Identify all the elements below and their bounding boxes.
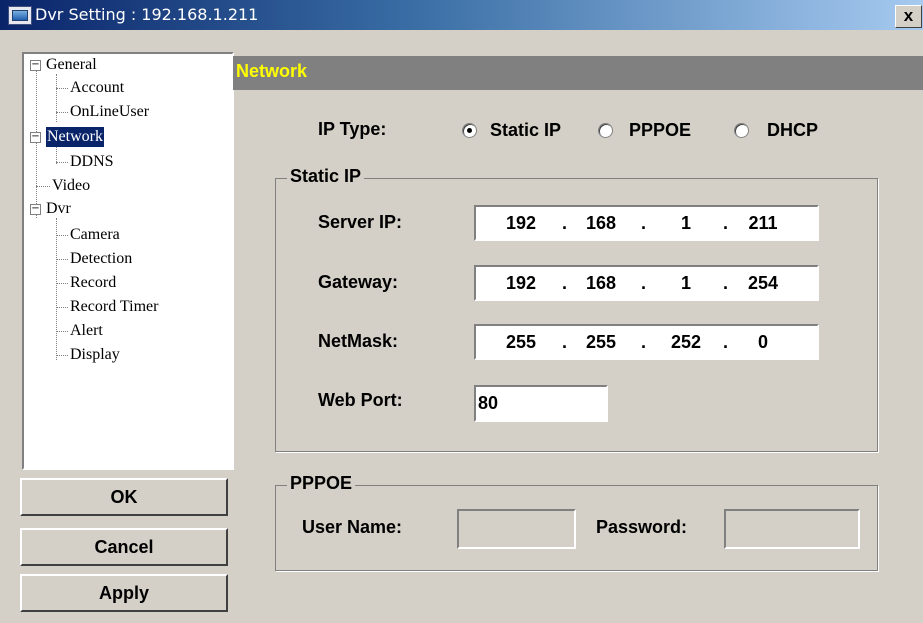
server-ip-octet-2[interactable]: 168 (576, 213, 626, 234)
gateway-label: Gateway: (318, 272, 399, 292)
ip-separator: . (641, 213, 647, 233)
tree-item-account[interactable]: Account (70, 78, 124, 98)
gateway-input[interactable]: 192 . 168 . 1 . 254 (474, 265, 819, 301)
dhcp-radio-label[interactable]: DHCP (767, 120, 818, 141)
user-name-input[interactable] (457, 509, 576, 549)
collapse-dvr-icon[interactable]: − (30, 204, 41, 215)
tree-item-general[interactable]: General (46, 55, 97, 75)
static-ip-radio[interactable] (462, 123, 477, 138)
web-port-input[interactable]: 80 (474, 385, 608, 422)
settings-tree[interactable]: − General Account OnLineUser − Network D… (22, 52, 234, 470)
tree-item-record[interactable]: Record (70, 273, 116, 293)
dhcp-radio[interactable] (734, 123, 749, 138)
password-label: Password: (596, 517, 688, 537)
tree-item-onlineuser[interactable]: OnLineUser (70, 102, 149, 122)
server-ip-label: Server IP: (318, 212, 403, 232)
netmask-label: NetMask: (318, 331, 399, 351)
tree-item-camera[interactable]: Camera (70, 225, 120, 245)
tree-item-display[interactable]: Display (70, 345, 120, 365)
ip-separator: . (562, 332, 568, 352)
title-bar: Dvr Setting : 192.168.1.211 x (0, 0, 923, 30)
server-ip-octet-4[interactable]: 211 (738, 213, 788, 234)
server-ip-octet-1[interactable]: 192 (496, 213, 546, 234)
close-button[interactable]: x (895, 5, 922, 28)
server-ip-octet-3[interactable]: 1 (661, 213, 711, 234)
netmask-input[interactable]: 255 . 255 . 252 . 0 (474, 324, 819, 360)
ip-separator: . (723, 213, 729, 233)
user-name-label: User Name: (302, 517, 403, 537)
gateway-octet-3[interactable]: 1 (661, 273, 711, 294)
ip-separator: . (723, 332, 729, 352)
password-input[interactable] (724, 509, 860, 549)
window-title: Dvr Setting : 192.168.1.211 (35, 5, 259, 24)
tree-item-alert[interactable]: Alert (70, 321, 103, 341)
ip-type-label: IP Type: (318, 119, 387, 139)
collapse-general-icon[interactable]: − (30, 60, 41, 71)
netmask-octet-4[interactable]: 0 (738, 332, 788, 353)
gateway-octet-4[interactable]: 254 (738, 273, 788, 294)
static-ip-group-title: Static IP (287, 166, 365, 187)
dvr-setting-window: Dvr Setting : 192.168.1.211 x − General … (0, 0, 923, 623)
tree-item-network[interactable]: Network (46, 127, 104, 147)
pppoe-radio-label[interactable]: PPPOE (629, 120, 691, 141)
ok-button[interactable]: OK (20, 478, 228, 516)
collapse-network-icon[interactable]: − (30, 132, 41, 143)
ip-separator: . (641, 332, 647, 352)
ip-separator: . (562, 213, 568, 233)
ip-separator: . (641, 273, 647, 293)
pppoe-group-title: PPPOE (287, 473, 356, 494)
tree-item-video[interactable]: Video (52, 176, 90, 196)
netmask-octet-3[interactable]: 252 (661, 332, 711, 353)
netmask-octet-2[interactable]: 255 (576, 332, 626, 353)
pppoe-radio[interactable] (598, 123, 613, 138)
server-ip-input[interactable]: 192 . 168 . 1 . 211 (474, 205, 819, 241)
tree-item-ddns[interactable]: DDNS (70, 152, 114, 172)
panel-title: Network (236, 61, 308, 81)
apply-button[interactable]: Apply (20, 574, 228, 612)
netmask-octet-1[interactable]: 255 (496, 332, 546, 353)
app-icon (8, 6, 32, 25)
cancel-button[interactable]: Cancel (20, 528, 228, 566)
static-ip-radio-label[interactable]: Static IP (490, 120, 561, 141)
tree-item-dvr[interactable]: Dvr (46, 199, 71, 219)
gateway-octet-2[interactable]: 168 (576, 273, 626, 294)
tree-item-detection[interactable]: Detection (70, 249, 132, 269)
ip-separator: . (723, 273, 729, 293)
web-port-label: Web Port: (318, 390, 403, 410)
tree-item-record-timer[interactable]: Record Timer (70, 297, 158, 317)
gateway-octet-1[interactable]: 192 (496, 273, 546, 294)
panel-header: Network (233, 56, 923, 90)
ip-separator: . (562, 273, 568, 293)
